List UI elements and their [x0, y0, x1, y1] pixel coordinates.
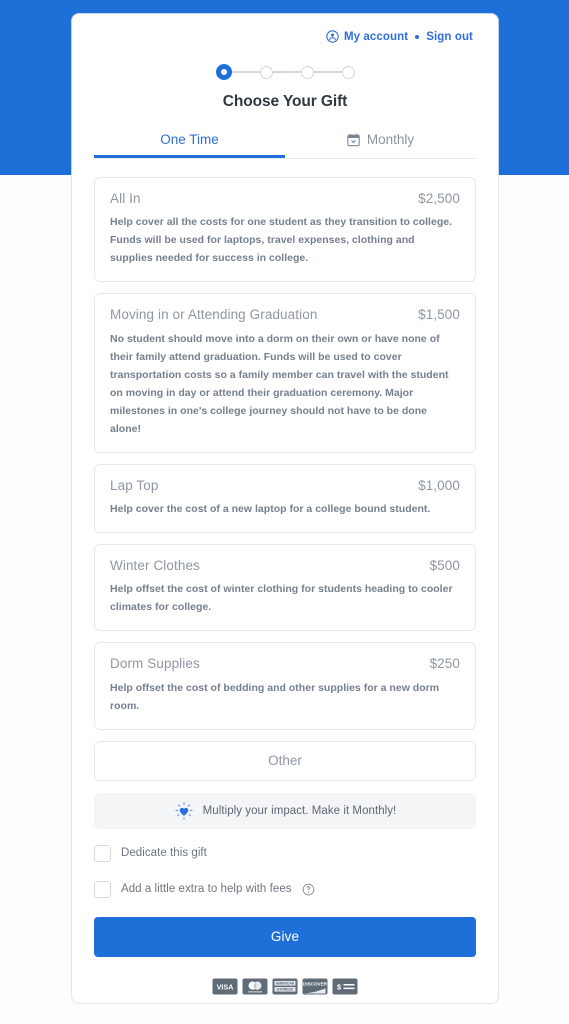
- gift-header: Winter Clothes $500: [110, 558, 460, 574]
- gift-description: Help cover the cost of a new laptop for …: [110, 502, 431, 515]
- gift-description: Help offset the cost of winter clothing …: [110, 583, 453, 614]
- gift-name: Moving in or Attending Graduation: [110, 307, 318, 323]
- gift-header: Moving in or Attending Graduation $1,500: [110, 307, 460, 323]
- gift-header: Lap Top $1,000: [110, 478, 460, 494]
- give-button[interactable]: Give: [94, 916, 476, 957]
- my-account-link[interactable]: My account: [344, 31, 408, 43]
- gift-amount: $500: [429, 558, 460, 574]
- tab-one-time[interactable]: One Time: [94, 132, 285, 158]
- accepted-payment-methods: VISA AMERICAN EXPRESS DISCOVER $: [72, 978, 498, 995]
- donation-form-panel: My account Sign out Choose Your Gift One…: [72, 14, 498, 1003]
- gift-name: Winter Clothes: [110, 558, 200, 574]
- gift-description: No student should move into a dorm on th…: [110, 332, 449, 435]
- gift-amount: $2,500: [418, 191, 460, 206]
- page-title: Choose Your Gift: [222, 93, 348, 110]
- gift-amount: $1,500: [418, 307, 460, 323]
- other-amount-button[interactable]: Other: [94, 740, 476, 781]
- svg-text:VISA: VISA: [217, 982, 234, 991]
- step-connector-3: [313, 71, 342, 73]
- visa-icon: VISA: [212, 978, 238, 995]
- help-circle-icon[interactable]: [302, 883, 315, 896]
- gift-option-all-in[interactable]: All In $2,500 Help cover all the costs f…: [94, 177, 476, 283]
- step-connector-2: [272, 71, 301, 73]
- give-button-wrap: Give: [72, 916, 498, 957]
- tab-monthly-label: Monthly: [366, 132, 415, 147]
- tab-monthly[interactable]: Monthly: [285, 132, 476, 158]
- gift-description: Help offset the cost of bedding and othe…: [110, 681, 440, 712]
- gift-options-list: All In $2,500 Help cover all the costs f…: [72, 159, 498, 829]
- gift-option-moving-in-or-attending-graduation[interactable]: Moving in or Attending Graduation $1,500…: [94, 293, 476, 453]
- gift-option-dorm-supplies[interactable]: Dorm Supplies $250 Help offset the cost …: [94, 642, 476, 730]
- gift-amount: $250: [429, 656, 460, 672]
- frequency-tabs: One Time Monthly: [94, 132, 476, 159]
- step-indicator-2[interactable]: [259, 65, 273, 79]
- gift-name: All In: [110, 191, 141, 206]
- monthly-upsell-banner[interactable]: Multiply your impact. Make it Monthly!: [94, 792, 476, 829]
- options-checkboxes: Dedicate this gift Add a little extra to…: [72, 829, 498, 898]
- cover-fees-label: Add a little extra to help with fees: [121, 883, 292, 896]
- step-connector-1: [231, 71, 260, 73]
- progress-stepper: [72, 64, 498, 80]
- svg-text:EXPRESS: EXPRESS: [277, 987, 294, 991]
- step-indicator-3[interactable]: [300, 65, 314, 79]
- step-indicator-1[interactable]: [215, 64, 232, 80]
- step-indicator-4[interactable]: [341, 65, 355, 79]
- check-payment-icon: $: [332, 978, 358, 995]
- separator-dot: [415, 34, 420, 39]
- american-express-icon: AMERICAN EXPRESS: [272, 978, 298, 995]
- gift-description: Help cover all the costs for one student…: [110, 216, 453, 265]
- calendar-icon: [347, 133, 360, 147]
- svg-text:DISCOVER: DISCOVER: [303, 981, 328, 986]
- dedicate-gift-checkbox[interactable]: [94, 844, 111, 862]
- gift-header: Dorm Supplies $250: [110, 656, 460, 672]
- gift-option-winter-clothes[interactable]: Winter Clothes $500 Help offset the cost…: [94, 544, 476, 632]
- dedicate-gift-row[interactable]: Dedicate this gift: [94, 844, 476, 862]
- gift-header: All In $2,500: [110, 191, 460, 207]
- svg-text:AMERICAN: AMERICAN: [276, 981, 295, 985]
- gift-amount: $1,000: [418, 477, 460, 493]
- account-bar: My account Sign out: [72, 14, 498, 43]
- sign-out-link[interactable]: Sign out: [426, 31, 473, 43]
- other-amount-label: Other: [268, 753, 302, 769]
- cover-fees-checkbox[interactable]: [94, 880, 111, 898]
- gift-name: Lap Top: [110, 477, 159, 493]
- tab-one-time-label: One Time: [160, 132, 219, 147]
- dedicate-gift-label: Dedicate this gift: [121, 847, 207, 860]
- gift-option-lap-top[interactable]: Lap Top $1,000 Help cover the cost of a …: [94, 463, 476, 534]
- mastercard-icon: [242, 978, 268, 995]
- cover-fees-row[interactable]: Add a little extra to help with fees: [94, 880, 476, 898]
- heart-sparkle-icon: [174, 801, 194, 821]
- discover-icon: DISCOVER: [302, 978, 328, 995]
- gift-name: Dorm Supplies: [110, 656, 200, 672]
- monthly-upsell-text: Multiply your impact. Make it Monthly!: [202, 804, 397, 817]
- user-circle-icon: [326, 30, 339, 43]
